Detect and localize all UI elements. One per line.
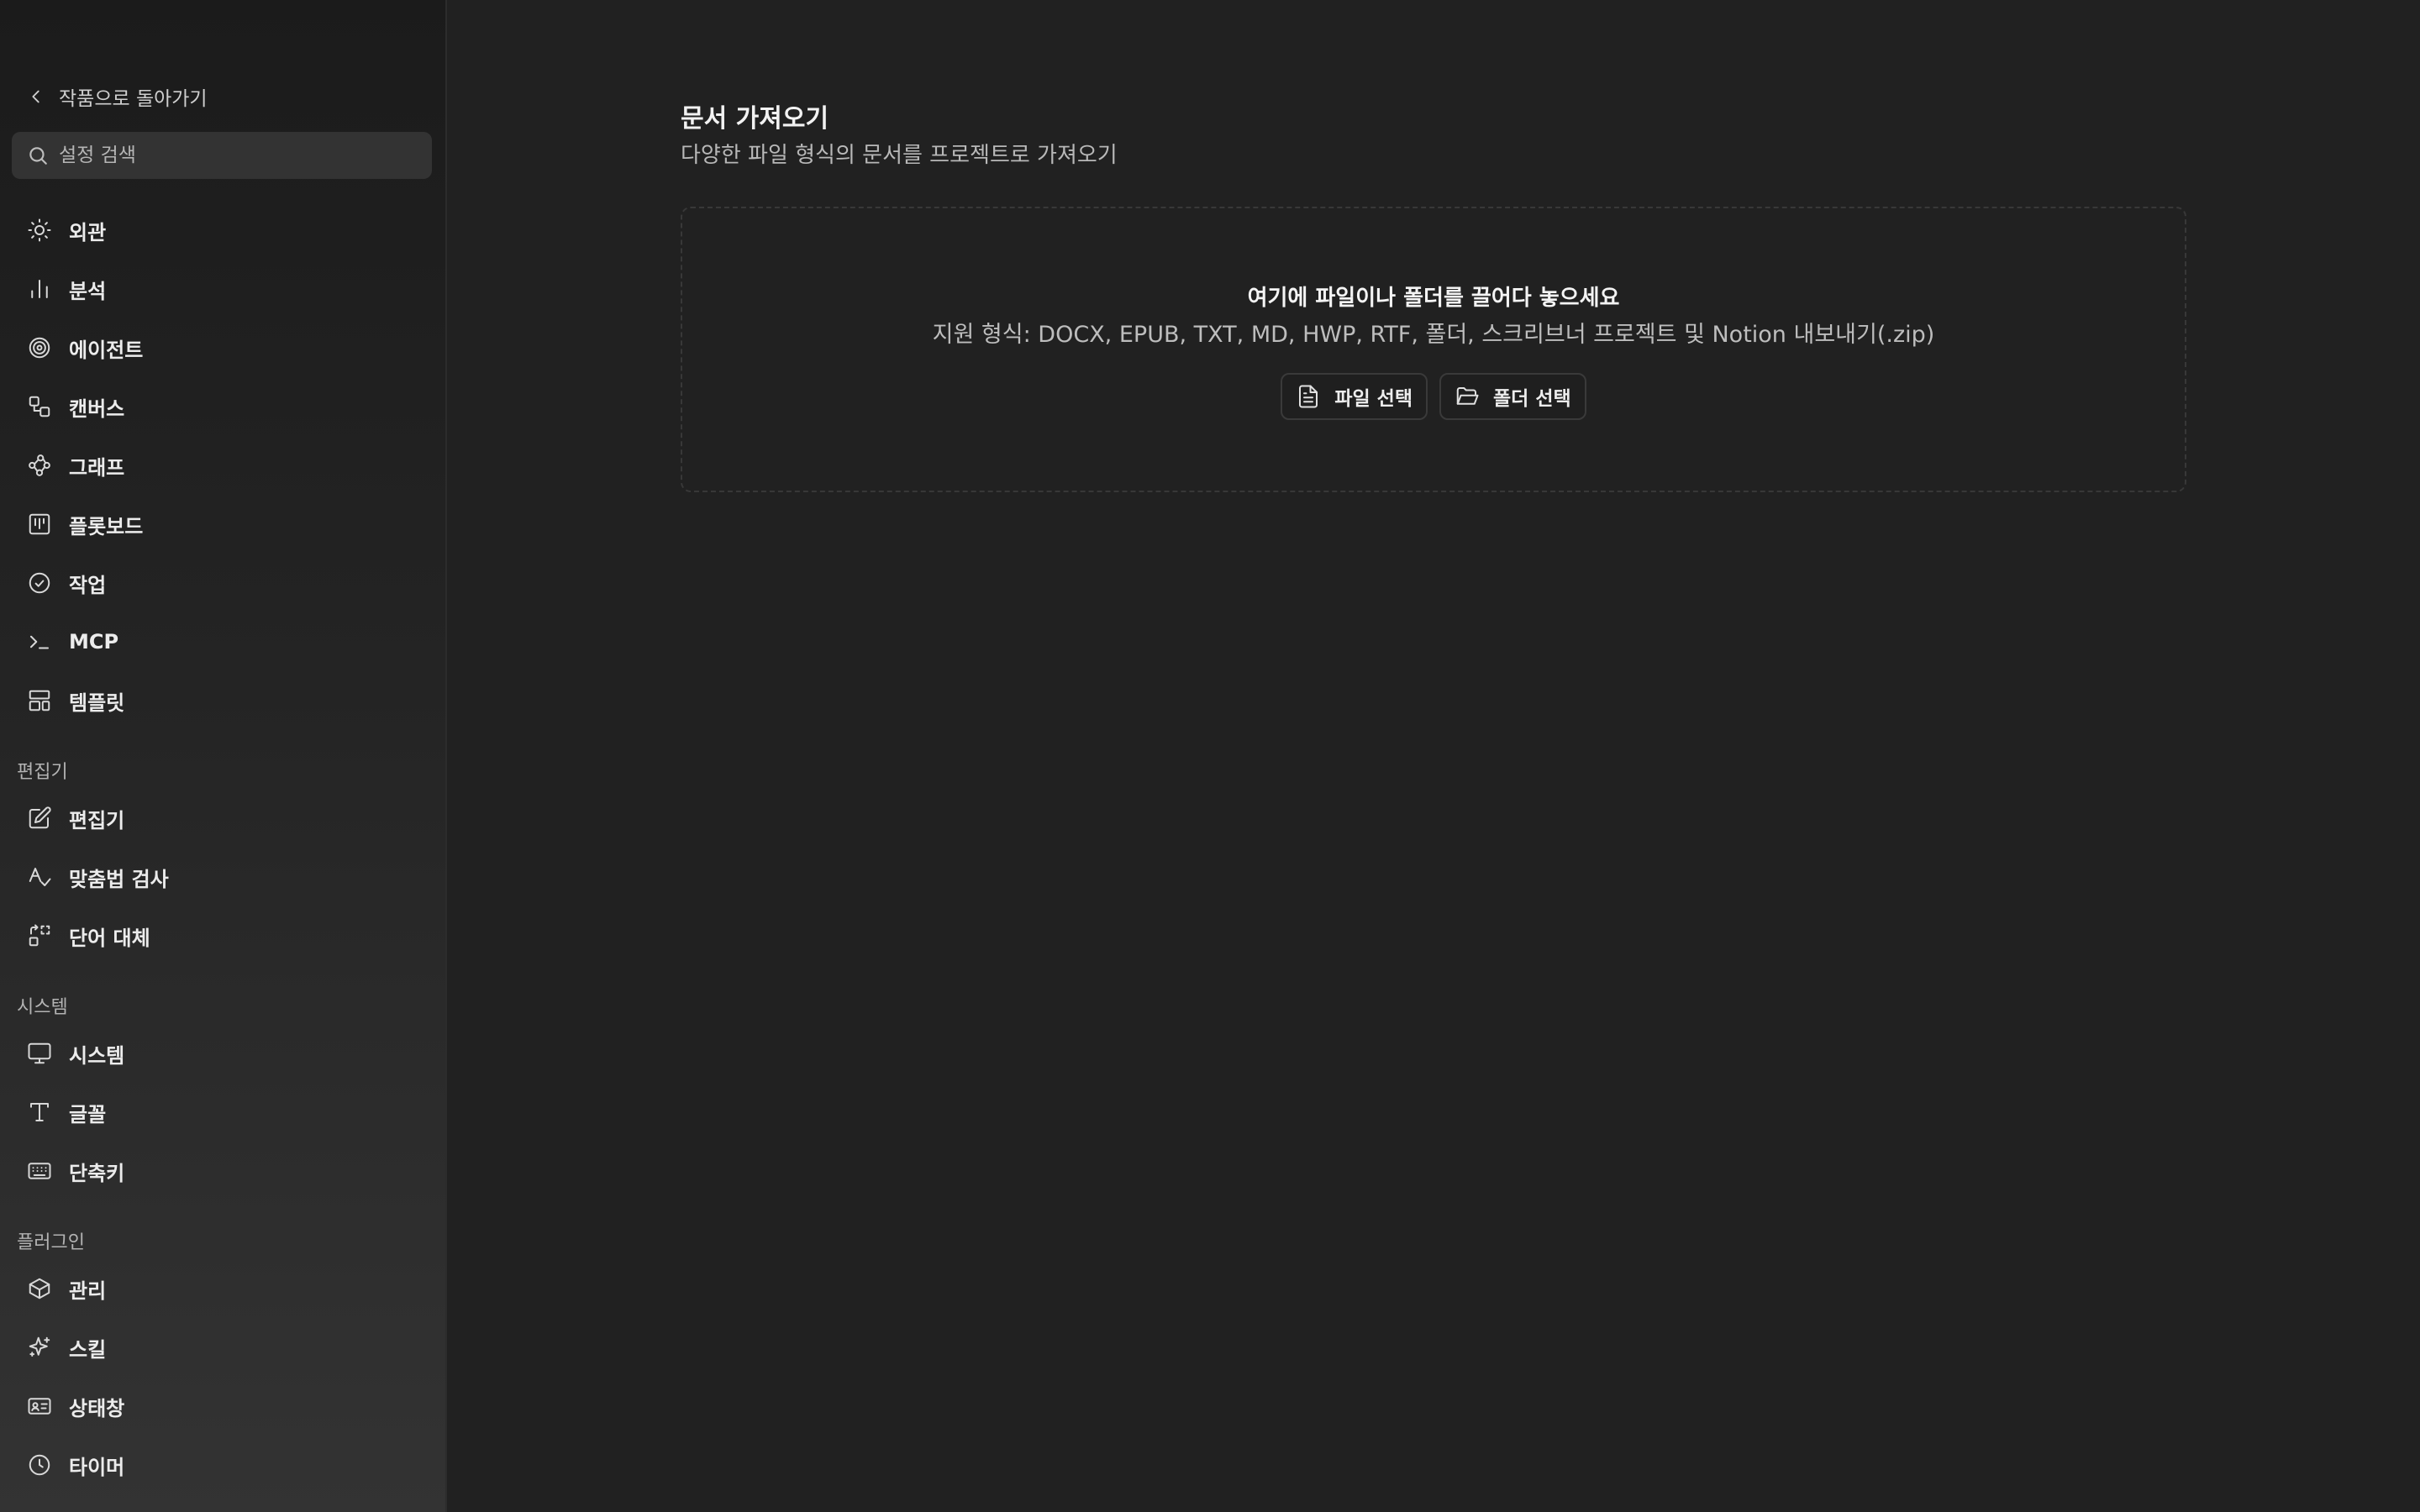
sidebar-item-status-window[interactable]: 상태창 (12, 1383, 432, 1430)
settings-search[interactable] (12, 132, 432, 179)
dropzone-buttons: 파일 선택 폴더 선택 (682, 373, 2185, 420)
settings-sidebar: 작품으로 돌아가기 외관 분석 에이전트 캔버스 그래프 플롯 (0, 0, 447, 1512)
clock-icon (29, 1454, 50, 1476)
back-label: 작품으로 돌아가기 (59, 88, 208, 110)
sidebar-item-shortcuts[interactable]: 단축키 (12, 1147, 432, 1194)
edit-icon (29, 806, 51, 829)
sidebar-item-label: 템플릿 (69, 690, 125, 715)
graph-nodes-icon (29, 454, 50, 476)
chevron-left-icon (32, 90, 39, 103)
file-dropzone[interactable]: 여기에 파일이나 폴더를 끌어다 놓으세요 지원 형식: DOCX, EPUB,… (681, 207, 2186, 492)
check-circle-icon (29, 572, 50, 594)
sidebar-item-label: 관리 (69, 1278, 107, 1303)
sidebar-item-appearance[interactable]: 외관 (12, 207, 432, 254)
replace-icon (29, 924, 50, 947)
keyboard-icon (28, 1163, 51, 1179)
terminal-icon (30, 635, 49, 649)
sidebar-item-label: MCP (69, 630, 119, 654)
sidebar-item-label: 단어 대체 (69, 926, 150, 950)
sidebar-item-label: 글꼴 (69, 1102, 107, 1126)
sidebar-item-manage[interactable]: 관리 (12, 1265, 432, 1312)
sidebar-item-label: 타이머 (69, 1455, 125, 1479)
section-label-plugins: 플러그인 (17, 1232, 85, 1253)
section-label-system: 시스템 (17, 997, 68, 1018)
spiral-icon (29, 337, 50, 359)
page-title: 문서 가져오기 (681, 104, 829, 134)
back-to-work-link[interactable]: 작품으로 돌아가기 (27, 81, 208, 113)
sidebar-item-plotboard[interactable]: 플롯보드 (12, 501, 432, 548)
select-file-button[interactable]: 파일 선택 (1281, 373, 1428, 420)
folder-open-icon (1456, 387, 1479, 405)
sidebar-item-label: 단축키 (69, 1161, 125, 1185)
sidebar-item-templates[interactable]: 템플릿 (12, 677, 432, 724)
sidebar-item-label: 외관 (69, 220, 107, 244)
package-icon (29, 1278, 50, 1299)
sidebar-item-label: 플롯보드 (69, 514, 144, 538)
kanban-icon (29, 513, 50, 535)
sidebar-item-skills[interactable]: 스킬 (12, 1324, 432, 1371)
sidebar-item-label: 캔버스 (69, 396, 125, 421)
sidebar-item-editor[interactable]: 편집기 (12, 795, 432, 842)
settings-content: 문서 가져오기 다양한 파일 형식의 문서를 프로젝트로 가져오기 여기에 파일… (449, 0, 2420, 1512)
sidebar-item-tasks[interactable]: 작업 (12, 559, 432, 606)
select-folder-label: 폴더 선택 (1493, 388, 1571, 410)
supported-formats: 지원 형식: DOCX, EPUB, TXT, MD, HWP, RTF, 폴더… (932, 322, 1935, 348)
select-folder-button[interactable]: 폴더 선택 (1439, 373, 1586, 420)
sidebar-item-word-replace[interactable]: 단어 대체 (12, 912, 432, 959)
search-icon (29, 147, 47, 165)
monitor-icon (28, 1042, 51, 1064)
sidebar-item-mcp[interactable]: MCP (12, 618, 432, 665)
id-card-icon (28, 1398, 51, 1415)
sidebar-item-canvas[interactable]: 캔버스 (12, 383, 432, 430)
sidebar-item-system[interactable]: 시스템 (12, 1030, 432, 1077)
bar-chart-icon (31, 280, 48, 298)
sidebar-item-label: 작업 (69, 573, 107, 597)
settings-window: 작품으로 돌아가기 외관 분석 에이전트 캔버스 그래프 플롯 (0, 0, 2420, 1512)
sidebar-item-agent[interactable]: 에이전트 (12, 324, 432, 371)
search-input[interactable] (59, 144, 412, 166)
spell-check-icon (29, 868, 51, 886)
select-file-label: 파일 선택 (1334, 388, 1413, 410)
page-subtitle: 다양한 파일 형식의 문서를 프로젝트로 가져오기 (681, 143, 1118, 168)
sidebar-item-label: 맞춤법 검사 (69, 867, 169, 891)
sidebar-item-label: 그래프 (69, 455, 125, 480)
sidebar-item-label: 상태창 (69, 1396, 125, 1420)
layout-template-icon (29, 690, 50, 711)
section-label-editor: 편집기 (17, 762, 68, 783)
sidebar-item-timer[interactable]: 타이머 (12, 1441, 432, 1488)
sidebar-item-label: 분석 (69, 279, 107, 303)
sidebar-item-spell-check[interactable]: 맞춤법 검사 (12, 853, 432, 900)
sun-icon (28, 218, 51, 242)
sidebar-item-graph[interactable]: 그래프 (12, 442, 432, 489)
sidebar-item-label: 편집기 (69, 808, 125, 832)
shapes-icon (29, 396, 50, 417)
sparkle-icon (29, 1336, 50, 1357)
sidebar-item-analysis[interactable]: 분석 (12, 265, 432, 312)
sidebar-item-fonts[interactable]: 글꼴 (12, 1089, 432, 1136)
sidebar-item-label: 시스템 (69, 1043, 125, 1068)
dropzone-title: 여기에 파일이나 폴더를 끌어다 놓으세요 (1247, 286, 1620, 311)
sidebar-item-label: 에이전트 (69, 338, 144, 362)
sidebar-item-label: 스킬 (69, 1337, 107, 1362)
file-text-icon (1299, 385, 1318, 408)
type-icon (30, 1103, 49, 1121)
